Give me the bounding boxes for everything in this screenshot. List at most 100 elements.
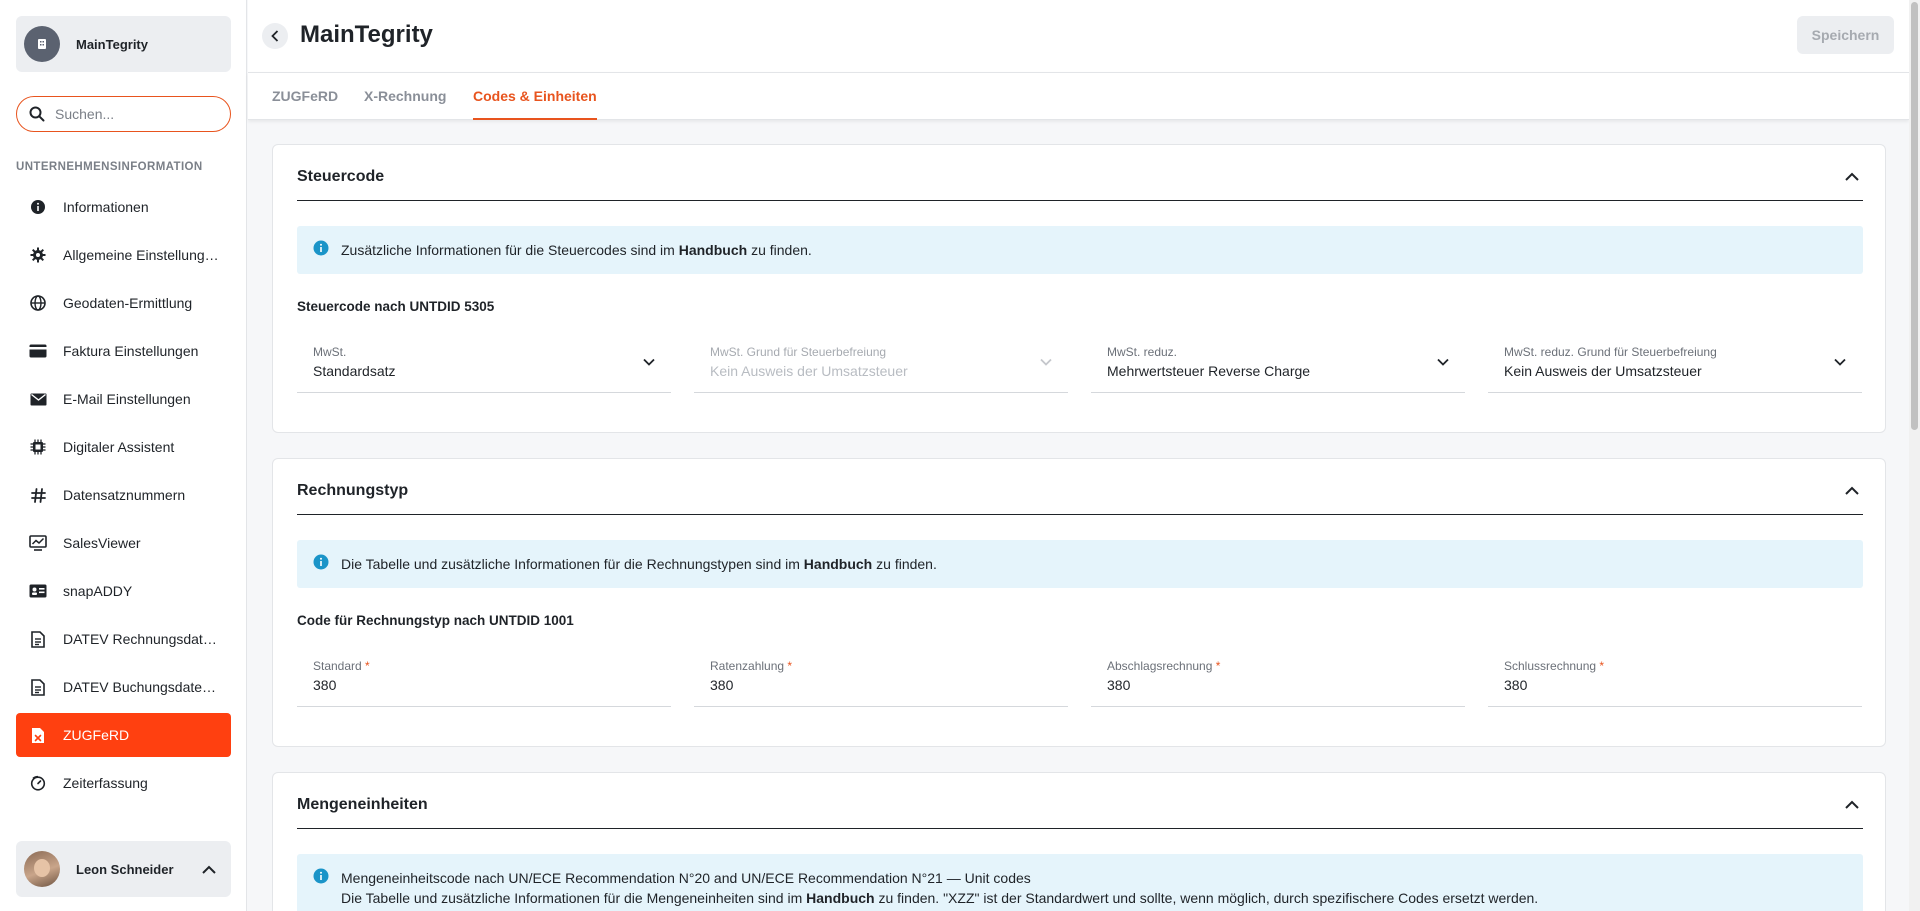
required-mark: * (365, 659, 370, 673)
mail-icon (28, 389, 48, 409)
org-switcher[interactable]: MainTegrity (16, 16, 231, 72)
section-subtitle: Code für Rechnungstyp nach UNTDID 1001 (297, 613, 574, 628)
sidebar-item-label: Informationen (63, 199, 149, 215)
info-text: zu finden. (872, 556, 937, 572)
sidebar-item-email[interactable]: E-Mail Einstellungen (16, 377, 231, 421)
field-value: Kein Ausweis der Umsatzsteuer (1504, 363, 1702, 379)
field-label-text: Standard (313, 659, 362, 673)
field-value: 380 (1504, 677, 1528, 693)
sidebar-nav: Informationen Allgemeine Einstellungen G… (16, 185, 231, 809)
mwst-reduz-grund-select[interactable]: MwSt. reduz. Grund für Steuerbefreiung K… (1488, 333, 1862, 393)
info-text: Die Tabelle und zusätzliche Informatione… (341, 890, 807, 906)
field-value: Mehrwertsteuer Reverse Charge (1107, 363, 1311, 379)
sidebar: MainTegrity UNTERNEHMENSINFORMATION Info… (0, 0, 247, 911)
sidebar-item-snapaddy[interactable]: snapADDY (16, 569, 231, 613)
field-label: Schlussrechnung * (1504, 659, 1604, 673)
chevron-up-icon[interactable] (1845, 486, 1859, 495)
field-label-text: Ratenzahlung (710, 659, 785, 673)
sidebar-item-datev-rechnungsdatenservice[interactable]: DATEV Rechnungsdatenservice (16, 617, 231, 661)
chevron-down-icon (643, 358, 655, 366)
mwst-select[interactable]: MwSt. Standardsatz (297, 333, 671, 393)
section-subtitle: Steuercode nach UNTDID 5305 (297, 299, 495, 314)
save-button[interactable]: Speichern (1797, 16, 1894, 54)
field-label: Abschlagsrechnung * (1107, 659, 1220, 673)
tab-codes-einheiten[interactable]: Codes & Einheiten (473, 73, 597, 120)
org-name: MainTegrity (76, 36, 148, 52)
required-mark: * (1215, 659, 1221, 673)
sidebar-item-zugferd[interactable]: ZUGFeRD (16, 713, 231, 757)
gear-icon (28, 245, 48, 265)
file-x-icon (28, 725, 48, 745)
steuercode-header: Steuercode (297, 145, 1863, 201)
card-title: Mengeneinheiten (297, 795, 428, 813)
abschlagsrechnung-code-input[interactable]: Abschlagsrechnung * 380 (1091, 647, 1465, 707)
field-value: Standardsatz (313, 363, 396, 379)
field-label-text: Schlussrechnung (1504, 659, 1597, 673)
info-text: zu finden. "XZZ" ist der Standardwert un… (874, 890, 1539, 906)
document-icon (28, 629, 48, 649)
sidebar-item-label: Allgemeine Einstellungen (63, 247, 219, 263)
mengeneinheiten-header: Mengeneinheiten (297, 773, 1863, 829)
rechnungstyp-card: Rechnungstyp Die Tabelle und zusätzliche… (272, 458, 1886, 747)
info-box: Zusätzliche Informationen für die Steuer… (297, 226, 1863, 274)
card-title: Rechnungstyp (297, 481, 409, 499)
sidebar-item-geodaten[interactable]: Geodaten-Ermittlung (16, 281, 231, 325)
sidebar-item-label: SalesViewer (63, 535, 141, 551)
info-icon (313, 240, 329, 256)
chevron-down-icon (1437, 358, 1449, 366)
standard-code-input[interactable]: Standard * 380 (297, 647, 671, 707)
chevron-up-icon (202, 865, 216, 874)
mengeneinheiten-card: Mengeneinheiten Mengeneinheitscode nach … (272, 772, 1886, 911)
info-box: Mengeneinheitscode nach UN/ECE Recommend… (297, 854, 1863, 911)
field-label: MwSt. reduz. (1107, 345, 1178, 359)
sidebar-item-datensatznummern[interactable]: Datensatznummern (16, 473, 231, 517)
field-label: Standard * (313, 659, 370, 673)
info-text: Mengeneinheitscode nach UN/ECE Recommend… (341, 870, 1031, 886)
user-menu[interactable]: Leon Schneider (16, 841, 231, 897)
avatar (24, 851, 60, 887)
hash-icon (28, 485, 48, 505)
sidebar-item-allgemeine-einstellungen[interactable]: Allgemeine Einstellungen (16, 233, 231, 277)
field-value: 380 (313, 677, 337, 693)
chevron-up-icon[interactable] (1845, 800, 1859, 809)
handbuch-link[interactable]: Handbuch (679, 242, 747, 258)
schlussrechnung-code-input[interactable]: Schlussrechnung * 380 (1488, 647, 1862, 707)
field-label: MwSt. Grund für Steuerbefreiung (710, 345, 887, 359)
mwst-grund-select[interactable]: MwSt. Grund für Steuerbefreiung Kein Aus… (694, 333, 1068, 393)
field-label: MwSt. reduz. Grund für Steuerbefreiung (1504, 345, 1717, 359)
sidebar-item-informationen[interactable]: Informationen (16, 185, 231, 229)
sidebar-item-datev-buchungsdatenservice[interactable]: DATEV Buchungsdatenservice (16, 665, 231, 709)
card-title: Steuercode (297, 167, 385, 185)
mwst-reduz-select[interactable]: MwSt. reduz. Mehrwertsteuer Reverse Char… (1091, 333, 1465, 393)
info-box: Die Tabelle und zusätzliche Informatione… (297, 540, 1863, 588)
tab-bar: ZUGFeRD X-Rechnung Codes & Einheiten (248, 72, 1909, 120)
field-label-text: Abschlagsrechnung (1107, 659, 1213, 673)
field-label: Ratenzahlung * (710, 659, 792, 673)
sidebar-item-label: E-Mail Einstellungen (63, 391, 191, 407)
field-value: 380 (710, 677, 734, 693)
tab-zugferd[interactable]: ZUGFeRD (272, 73, 338, 120)
sidebar-item-salesviewer[interactable]: SalesViewer (16, 521, 231, 565)
tab-x-rechnung[interactable]: X-Rechnung (364, 73, 446, 120)
info-text: zu finden. (747, 242, 812, 258)
field-label: MwSt. (313, 345, 347, 359)
sidebar-item-zeiterfassung[interactable]: Zeiterfassung (16, 761, 231, 805)
required-mark: * (1599, 659, 1605, 673)
sidebar-item-faktura[interactable]: Faktura Einstellungen (16, 329, 231, 373)
handbuch-link[interactable]: Handbuch (806, 890, 874, 906)
stopwatch-icon (28, 773, 48, 793)
chevron-up-icon[interactable] (1845, 172, 1859, 181)
ratenzahlung-code-input[interactable]: Ratenzahlung * 380 (694, 647, 1068, 707)
id-card-icon (28, 581, 48, 601)
back-button[interactable] (262, 23, 288, 49)
search-input[interactable] (55, 106, 215, 122)
document-icon (28, 677, 48, 697)
scrollbar-thumb[interactable] (1911, 2, 1918, 430)
info-text: Die Tabelle und zusätzliche Informatione… (341, 556, 804, 572)
info-icon (313, 868, 329, 884)
steuercode-card: Steuercode Zusätzliche Informationen für… (272, 144, 1886, 433)
sidebar-item-digitaler-assistent[interactable]: Digitaler Assistent (16, 425, 231, 469)
info-text: Zusätzliche Informationen für die Steuer… (341, 242, 679, 258)
sidebar-item-label: snapADDY (63, 583, 133, 599)
handbuch-link[interactable]: Handbuch (804, 556, 872, 572)
